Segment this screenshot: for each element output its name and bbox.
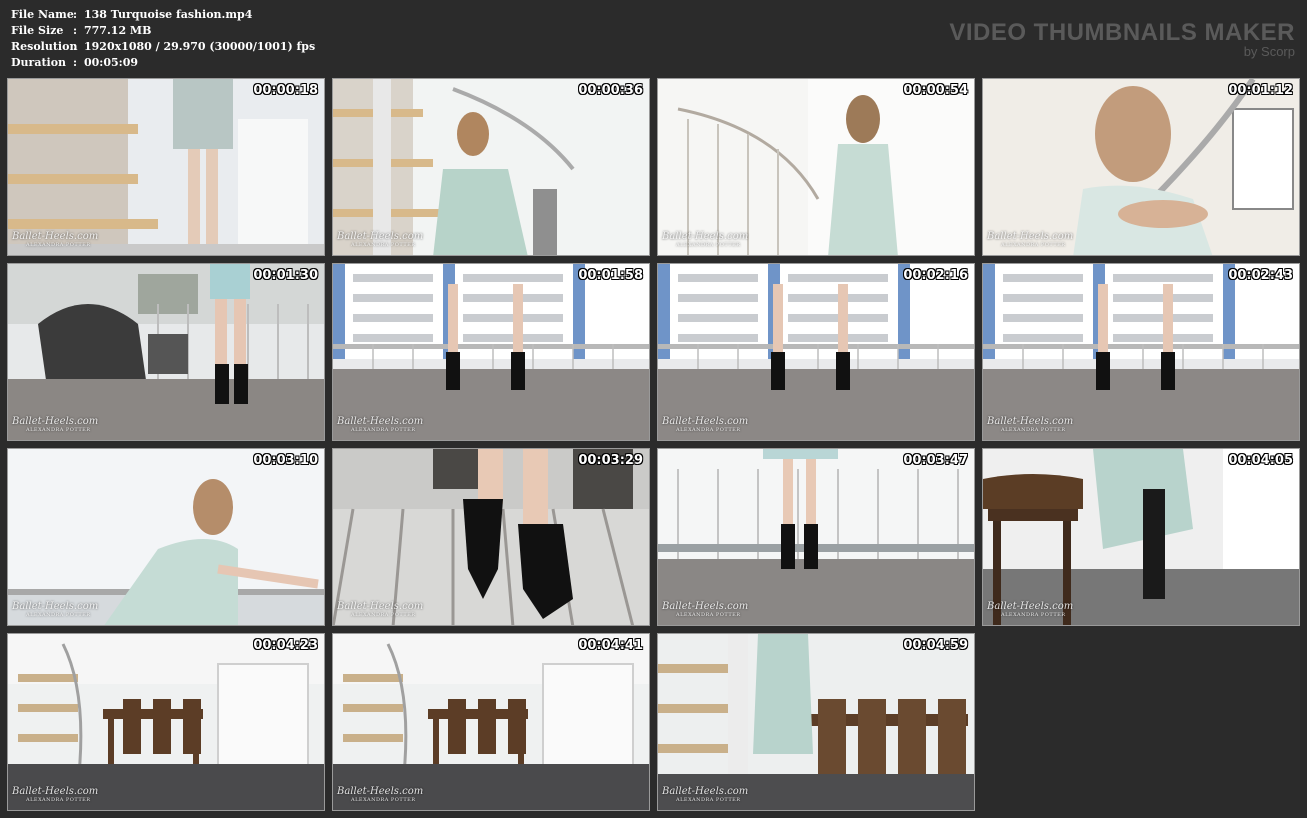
timestamp-label: 00:04:41 [578, 638, 643, 653]
watermark-subtext: ALEXANDRA POTTER [351, 797, 416, 803]
thumbnail-image [333, 264, 649, 440]
watermark-subtext: ALEXANDRA POTTER [676, 242, 741, 248]
watermark-subtext: ALEXANDRA POTTER [1001, 242, 1066, 248]
thumbnail-grid: 00:00:18 Ballet-Heels.com ALEXANDRA POTTER… [0, 0, 1307, 818]
watermark-subtext: ALEXANDRA POTTER [26, 427, 91, 433]
thumbnail-image [333, 79, 649, 255]
watermark-logo: Ballet-Heels.com ALEXANDRA POTTER [337, 602, 423, 620]
timestamp-label: 00:00:18 [253, 83, 318, 98]
watermark-logo: Ballet-Heels.com ALEXANDRA POTTER [337, 417, 423, 435]
watermark-subtext: ALEXANDRA POTTER [676, 427, 741, 433]
thumbnail-image [8, 449, 324, 625]
timestamp-label: 00:03:47 [903, 453, 968, 468]
timestamp-label: 00:02:16 [903, 268, 968, 283]
watermark-subtext: ALEXANDRA POTTER [676, 797, 741, 803]
watermark-subtext: ALEXANDRA POTTER [26, 797, 91, 803]
video-thumbnail[interactable]: 00:01:58 Ballet-Heels.com ALEXANDRA POTTER [332, 263, 650, 441]
thumbnail-image [658, 634, 974, 810]
timestamp-label: 00:02:43 [1228, 268, 1293, 283]
watermark-subtext: ALEXANDRA POTTER [1001, 612, 1066, 618]
watermark-logo: Ballet-Heels.com ALEXANDRA POTTER [12, 602, 98, 620]
thumbnail-image [333, 634, 649, 810]
watermark-logo: Ballet-Heels.com ALEXANDRA POTTER [987, 232, 1073, 250]
watermark-logo: Ballet-Heels.com ALEXANDRA POTTER [662, 787, 748, 805]
video-thumbnail[interactable]: 00:00:54 Ballet-Heels.com ALEXANDRA POTTER [657, 78, 975, 256]
thumbnail-image [658, 449, 974, 625]
video-thumbnail[interactable]: 00:03:47 Ballet-Heels.com ALEXANDRA POTTER [657, 448, 975, 626]
watermark-logo: Ballet-Heels.com ALEXANDRA POTTER [337, 787, 423, 805]
watermark-logo: Ballet-Heels.com ALEXANDRA POTTER [12, 417, 98, 435]
timestamp-label: 00:01:12 [1228, 83, 1293, 98]
watermark-subtext: ALEXANDRA POTTER [26, 242, 91, 248]
thumbnail-image [983, 264, 1299, 440]
watermark-logo: Ballet-Heels.com ALEXANDRA POTTER [662, 232, 748, 250]
video-thumbnail[interactable]: 00:00:36 Ballet-Heels.com ALEXANDRA POTTER [332, 78, 650, 256]
video-thumbnail[interactable]: 00:03:10 Ballet-Heels.com ALEXANDRA POTTER [7, 448, 325, 626]
video-thumbnail[interactable]: 00:02:16 Ballet-Heels.com ALEXANDRA POTTER [657, 263, 975, 441]
thumbnail-image [8, 79, 324, 255]
video-thumbnail[interactable]: 00:04:41 Ballet-Heels.com ALEXANDRA POTTER [332, 633, 650, 811]
timestamp-label: 00:03:10 [253, 453, 318, 468]
timestamp-label: 00:04:59 [903, 638, 968, 653]
timestamp-label: 00:01:30 [253, 268, 318, 283]
thumbnail-image [658, 264, 974, 440]
video-thumbnail[interactable]: 00:04:23 Ballet-Heels.com ALEXANDRA POTTER [7, 633, 325, 811]
watermark-logo: Ballet-Heels.com ALEXANDRA POTTER [662, 602, 748, 620]
watermark-logo: Ballet-Heels.com ALEXANDRA POTTER [12, 232, 98, 250]
thumbnail-image [983, 449, 1299, 625]
video-thumbnail[interactable]: 00:03:29 Ballet-Heels.com ALEXANDRA POTTER [332, 448, 650, 626]
watermark-subtext: ALEXANDRA POTTER [676, 612, 741, 618]
video-thumbnail[interactable]: 00:02:43 Ballet-Heels.com ALEXANDRA POTTER [982, 263, 1300, 441]
watermark-logo: Ballet-Heels.com ALEXANDRA POTTER [337, 232, 423, 250]
watermark-subtext: ALEXANDRA POTTER [26, 612, 91, 618]
watermark-logo: Ballet-Heels.com ALEXANDRA POTTER [12, 787, 98, 805]
watermark-subtext: ALEXANDRA POTTER [351, 427, 416, 433]
watermark-subtext: ALEXANDRA POTTER [351, 242, 416, 248]
video-thumbnail[interactable]: 00:04:05 Ballet-Heels.com ALEXANDRA POTTER [982, 448, 1300, 626]
timestamp-label: 00:04:05 [1228, 453, 1293, 468]
video-thumbnail[interactable]: 00:00:18 Ballet-Heels.com ALEXANDRA POTTER [7, 78, 325, 256]
video-thumbnail[interactable]: 00:01:12 Ballet-Heels.com ALEXANDRA POTTER [982, 78, 1300, 256]
thumbnail-image [8, 634, 324, 810]
video-thumbnail[interactable]: 00:01:30 Ballet-Heels.com ALEXANDRA POTTER [7, 263, 325, 441]
watermark-logo: Ballet-Heels.com ALEXANDRA POTTER [987, 602, 1073, 620]
video-thumbnail[interactable]: 00:04:59 Ballet-Heels.com ALEXANDRA POTTER [657, 633, 975, 811]
watermark-logo: Ballet-Heels.com ALEXANDRA POTTER [662, 417, 748, 435]
thumbnail-image [983, 79, 1299, 255]
timestamp-label: 00:00:54 [903, 83, 968, 98]
thumbnail-image [8, 264, 324, 440]
watermark-subtext: ALEXANDRA POTTER [351, 612, 416, 618]
thumbnail-image [658, 79, 974, 255]
timestamp-label: 00:04:23 [253, 638, 318, 653]
timestamp-label: 00:00:36 [578, 83, 643, 98]
watermark-subtext: ALEXANDRA POTTER [1001, 427, 1066, 433]
timestamp-label: 00:03:29 [578, 453, 643, 468]
watermark-logo: Ballet-Heels.com ALEXANDRA POTTER [987, 417, 1073, 435]
timestamp-label: 00:01:58 [578, 268, 643, 283]
thumbnail-image [333, 449, 649, 625]
